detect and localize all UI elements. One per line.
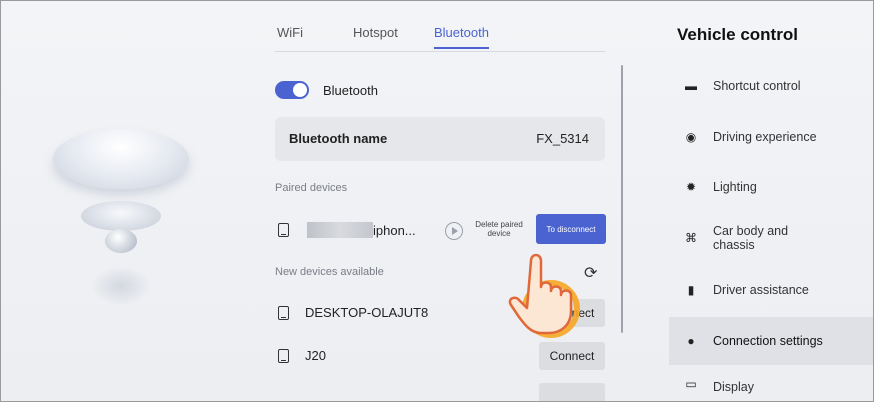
illustration-ring <box>81 201 161 231</box>
menu-item-driver-assistance[interactable]: ▮ Driver assistance <box>669 266 873 314</box>
scrollbar[interactable] <box>621 65 623 333</box>
tab-wifi[interactable]: WiFi <box>277 25 303 40</box>
menu-item-label: Driver assistance <box>713 283 809 297</box>
screen-frame: WiFi Hotspot Bluetooth Bluetooth Bluetoo… <box>0 0 874 402</box>
device-name: J20 <box>305 348 326 363</box>
new-devices-label: New devices available <box>275 266 384 278</box>
menu-item-label: Lighting <box>713 180 757 194</box>
menu-item-shortcut-control[interactable]: ▬ Shortcut control <box>669 62 873 110</box>
bluetooth-name-card[interactable]: Bluetooth name FX_5314 <box>275 117 605 161</box>
connect-button[interactable]: Connect <box>539 342 605 370</box>
driver-assist-icon: ▮ <box>687 283 695 297</box>
car-icon: ▬ <box>685 79 697 93</box>
menu-item-label: Driving experience <box>713 130 817 144</box>
chassis-icon: ⌘ <box>685 231 697 245</box>
bluetooth-name-key: Bluetooth name <box>289 131 388 146</box>
menu-item-display[interactable]: ▭ Display <box>669 368 873 401</box>
menu-item-label: Display <box>713 380 754 394</box>
delete-paired-device-button[interactable]: Delete paired device <box>469 220 529 238</box>
laptop-icon <box>278 306 289 320</box>
menu-item-car-body-chassis[interactable]: ⌘ Car body and chassis <box>669 214 873 262</box>
partial-connect-button[interactable] <box>539 383 605 401</box>
light-icon: ✹ <box>685 180 697 194</box>
device-name: DESKTOP-OLAJUT8 <box>305 305 429 320</box>
bluetooth-name-value: FX_5314 <box>536 131 589 146</box>
connection-tabs: WiFi Hotspot Bluetooth <box>275 19 605 52</box>
paired-devices-label: Paired devices <box>275 182 348 194</box>
menu-item-driving-experience[interactable]: ◉ Driving experience <box>669 113 873 161</box>
bluetooth-toggle-label: Bluetooth <box>323 83 378 98</box>
phone-icon <box>278 223 289 237</box>
illustration-dome <box>53 129 189 189</box>
paired-device-name: iphon... <box>373 223 416 238</box>
tab-hotspot[interactable]: Hotspot <box>353 25 398 40</box>
connection-icon: ● <box>687 334 695 348</box>
illustration-shadow <box>91 266 151 306</box>
redacted-device-name <box>307 222 373 238</box>
menu-item-label: Car body and chassis <box>713 224 789 252</box>
menu-item-label: Connection settings <box>713 334 823 348</box>
bluetooth-toggle[interactable] <box>275 81 309 99</box>
device-icon <box>278 349 289 363</box>
display-icon: ▭ <box>685 377 697 391</box>
panel-title: Vehicle control <box>677 25 798 44</box>
play-icon[interactable] <box>445 222 463 240</box>
tab-bluetooth[interactable]: Bluetooth <box>434 25 489 49</box>
steering-wheel-icon: ◉ <box>685 130 697 144</box>
device-illustration <box>41 111 201 331</box>
menu-item-label: Shortcut control <box>713 79 801 93</box>
tap-gesture-icon <box>508 253 580 338</box>
toggle-knob <box>293 83 307 97</box>
menu-item-connection-settings[interactable]: ● Connection settings <box>669 317 873 365</box>
menu-item-lighting[interactable]: ✹ Lighting <box>669 163 873 211</box>
illustration-ball <box>105 229 137 253</box>
